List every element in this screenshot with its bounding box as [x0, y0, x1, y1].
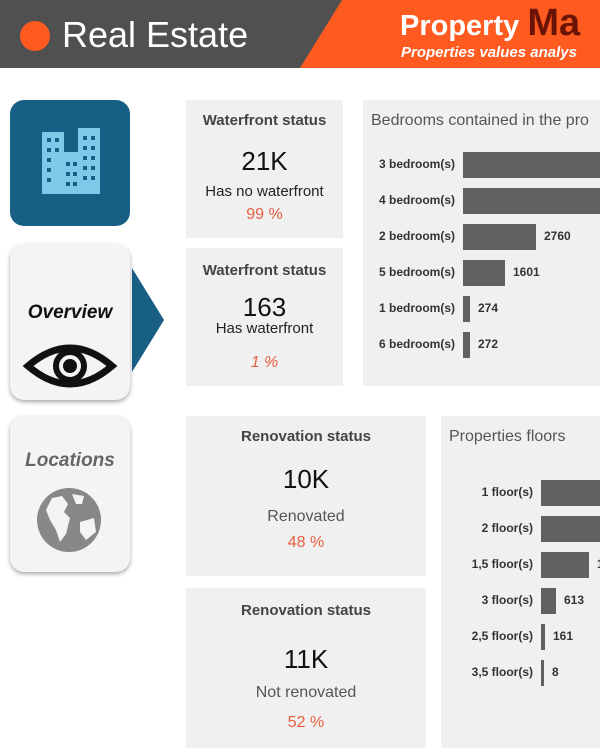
- card-title: Waterfront status: [202, 112, 327, 129]
- bar-value-label: 613: [564, 593, 585, 607]
- bar-row: 3,5 floor(s) 8: [441, 658, 600, 686]
- bar-category-label: 2,5 floor(s): [471, 629, 533, 643]
- bar[interactable]: [541, 588, 556, 614]
- bar-row: 1 bedroom(s) 274: [363, 294, 600, 322]
- floors-chart: Properties floors 1 floor(s) 2 floor(s) 1,…: [441, 416, 600, 748]
- card-label: Has no waterfront: [205, 183, 324, 200]
- not-renovated-card: Renovation status 11K Not renovated 52 %: [186, 588, 426, 748]
- card-value: 21K: [241, 146, 288, 176]
- bar-category-label: 2 floor(s): [481, 521, 533, 535]
- brand-title: Real Estate: [62, 14, 249, 55]
- bar-category-label: 6 bedroom(s): [378, 337, 455, 351]
- nav-locations-button[interactable]: Locations: [10, 416, 130, 572]
- bar-row: 2 bedroom(s) 2760: [363, 222, 600, 250]
- bar-value-label: 272: [478, 337, 499, 351]
- bar-category-label: 3 floor(s): [481, 593, 533, 607]
- bar-category-label: 3,5 floor(s): [471, 665, 533, 679]
- eye-icon: [22, 344, 118, 388]
- bar[interactable]: [541, 516, 600, 542]
- waterfront-yes-card: Waterfront status 163 Has waterfront 1 %: [186, 248, 343, 386]
- card-title: Renovation status: [240, 602, 372, 619]
- card-title: Waterfront status: [202, 262, 327, 279]
- nav-overview-button[interactable]: Overview: [10, 244, 130, 400]
- card-value: 10K: [282, 464, 330, 494]
- bar-value-label: 274: [478, 301, 499, 315]
- bar-value-label: 1601: [513, 265, 540, 279]
- page-title-part: Property: [400, 10, 528, 42]
- bar[interactable]: [541, 660, 544, 686]
- card-percent: 52 %: [287, 714, 325, 731]
- page-subtitle: Properties values analys: [401, 44, 577, 61]
- bar[interactable]: [541, 552, 589, 578]
- bar[interactable]: [463, 152, 600, 178]
- bar-category-label: 1 bedroom(s): [378, 301, 455, 315]
- nav-overview-label: Overview: [27, 302, 113, 323]
- bedrooms-chart: Bedrooms contained in the pro 3 bedroom(…: [363, 100, 600, 386]
- bar-row: 3 bedroom(s): [363, 150, 600, 178]
- bar[interactable]: [541, 480, 600, 506]
- nav-locations-label: Locations: [25, 450, 115, 471]
- nav-active-indicator: [132, 268, 164, 372]
- card-label: Not renovated: [255, 684, 357, 701]
- bar-row: 3 floor(s) 613: [441, 586, 600, 614]
- logo-tile: [10, 100, 130, 226]
- bar[interactable]: [541, 624, 545, 650]
- card-title: Renovation status: [240, 428, 372, 445]
- bar[interactable]: [463, 296, 470, 322]
- bar-row: 5 bedroom(s) 1601: [363, 258, 600, 286]
- card-percent: 48 %: [287, 534, 325, 551]
- page-title-accent: Ma: [527, 2, 581, 44]
- chart-title: Properties floors: [449, 428, 566, 445]
- bar-row: 1 floor(s): [441, 478, 600, 506]
- bar-value-label: 2760: [544, 229, 571, 243]
- renovated-card: Renovation status 10K Renovated 48 %: [186, 416, 426, 576]
- card-value: 163: [242, 292, 287, 322]
- card-label: Has waterfront: [215, 320, 314, 337]
- bar-category-label: 1,5 floor(s): [471, 557, 533, 571]
- bar-row: 1,5 floor(s)1910: [441, 550, 600, 578]
- bar-row: 2 floor(s): [441, 514, 600, 542]
- card-value: 11K: [283, 644, 329, 674]
- brand-dot-icon: [20, 21, 50, 51]
- card-label: Renovated: [267, 508, 345, 525]
- bar-value-label: 161: [553, 629, 574, 643]
- card-percent: 1 %: [250, 354, 279, 371]
- globe-icon: [37, 488, 101, 552]
- bar[interactable]: [463, 224, 536, 250]
- bar[interactable]: [463, 188, 600, 214]
- bar[interactable]: [463, 332, 470, 358]
- chart-title: Bedrooms contained in the pro: [371, 112, 589, 129]
- bar-row: 6 bedroom(s) 272: [363, 330, 600, 358]
- card-percent: 99 %: [246, 206, 283, 223]
- bar-category-label: 5 bedroom(s): [378, 265, 455, 279]
- buildings-icon: [42, 128, 100, 194]
- bar-category-label: 1 floor(s): [481, 485, 533, 499]
- page-title: Property Ma: [400, 2, 580, 45]
- bar-category-label: 3 bedroom(s): [378, 157, 455, 171]
- bar-category-label: 2 bedroom(s): [378, 229, 455, 243]
- bar-row: 2,5 floor(s) 161: [441, 622, 600, 650]
- waterfront-no-card: Waterfront status 21K Has no waterfront …: [186, 100, 343, 238]
- bar-value-label: 8: [552, 665, 559, 679]
- bar[interactable]: [463, 260, 505, 286]
- bar-row: 4 bedroom(s): [363, 186, 600, 214]
- bar-category-label: 4 bedroom(s): [378, 193, 455, 207]
